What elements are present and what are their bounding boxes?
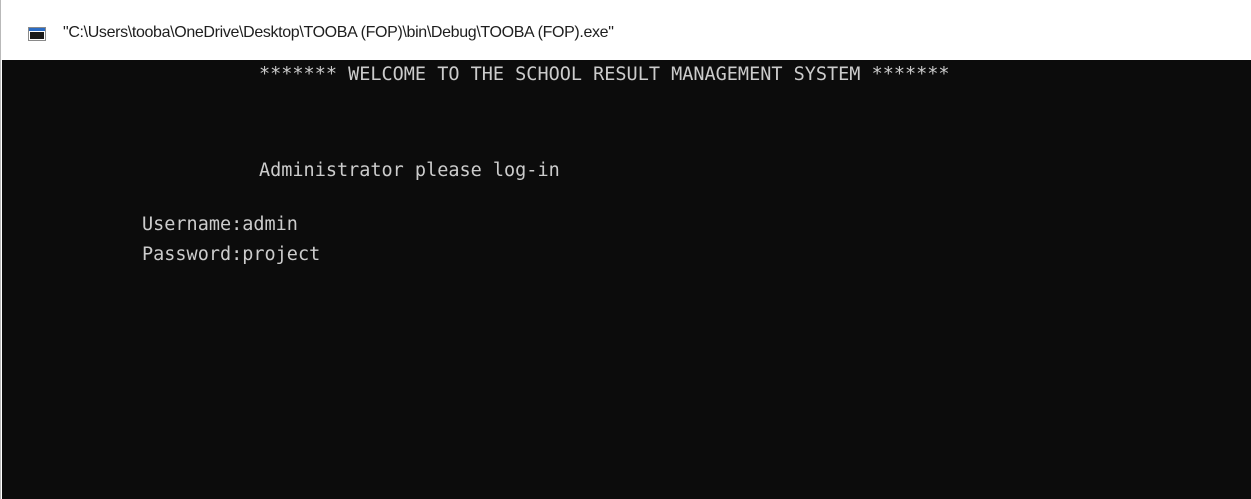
icon-screen: [30, 32, 44, 39]
password-label: Password:: [142, 244, 243, 265]
title-bar[interactable]: "C:\Users\tooba\OneDrive\Desktop\TOOBA (…: [1, 0, 1251, 60]
username-line: Username:admin: [142, 213, 298, 237]
console-window: "C:\Users\tooba\OneDrive\Desktop\TOOBA (…: [0, 0, 1251, 499]
console-output[interactable]: ******* WELCOME TO THE SCHOOL RESULT MAN…: [2, 60, 1251, 499]
window-title: "C:\Users\tooba\OneDrive\Desktop\TOOBA (…: [63, 24, 614, 41]
username-value: admin: [242, 214, 298, 235]
password-line: Password:project: [142, 243, 320, 267]
icon-title-bar: [29, 28, 45, 31]
console-window-icon[interactable]: [28, 27, 46, 41]
password-value: project: [242, 244, 321, 265]
login-prompt: Administrator please log-in: [259, 160, 560, 181]
welcome-banner: ******* WELCOME TO THE SCHOOL RESULT MAN…: [259, 64, 950, 85]
username-label: Username:: [142, 214, 243, 235]
